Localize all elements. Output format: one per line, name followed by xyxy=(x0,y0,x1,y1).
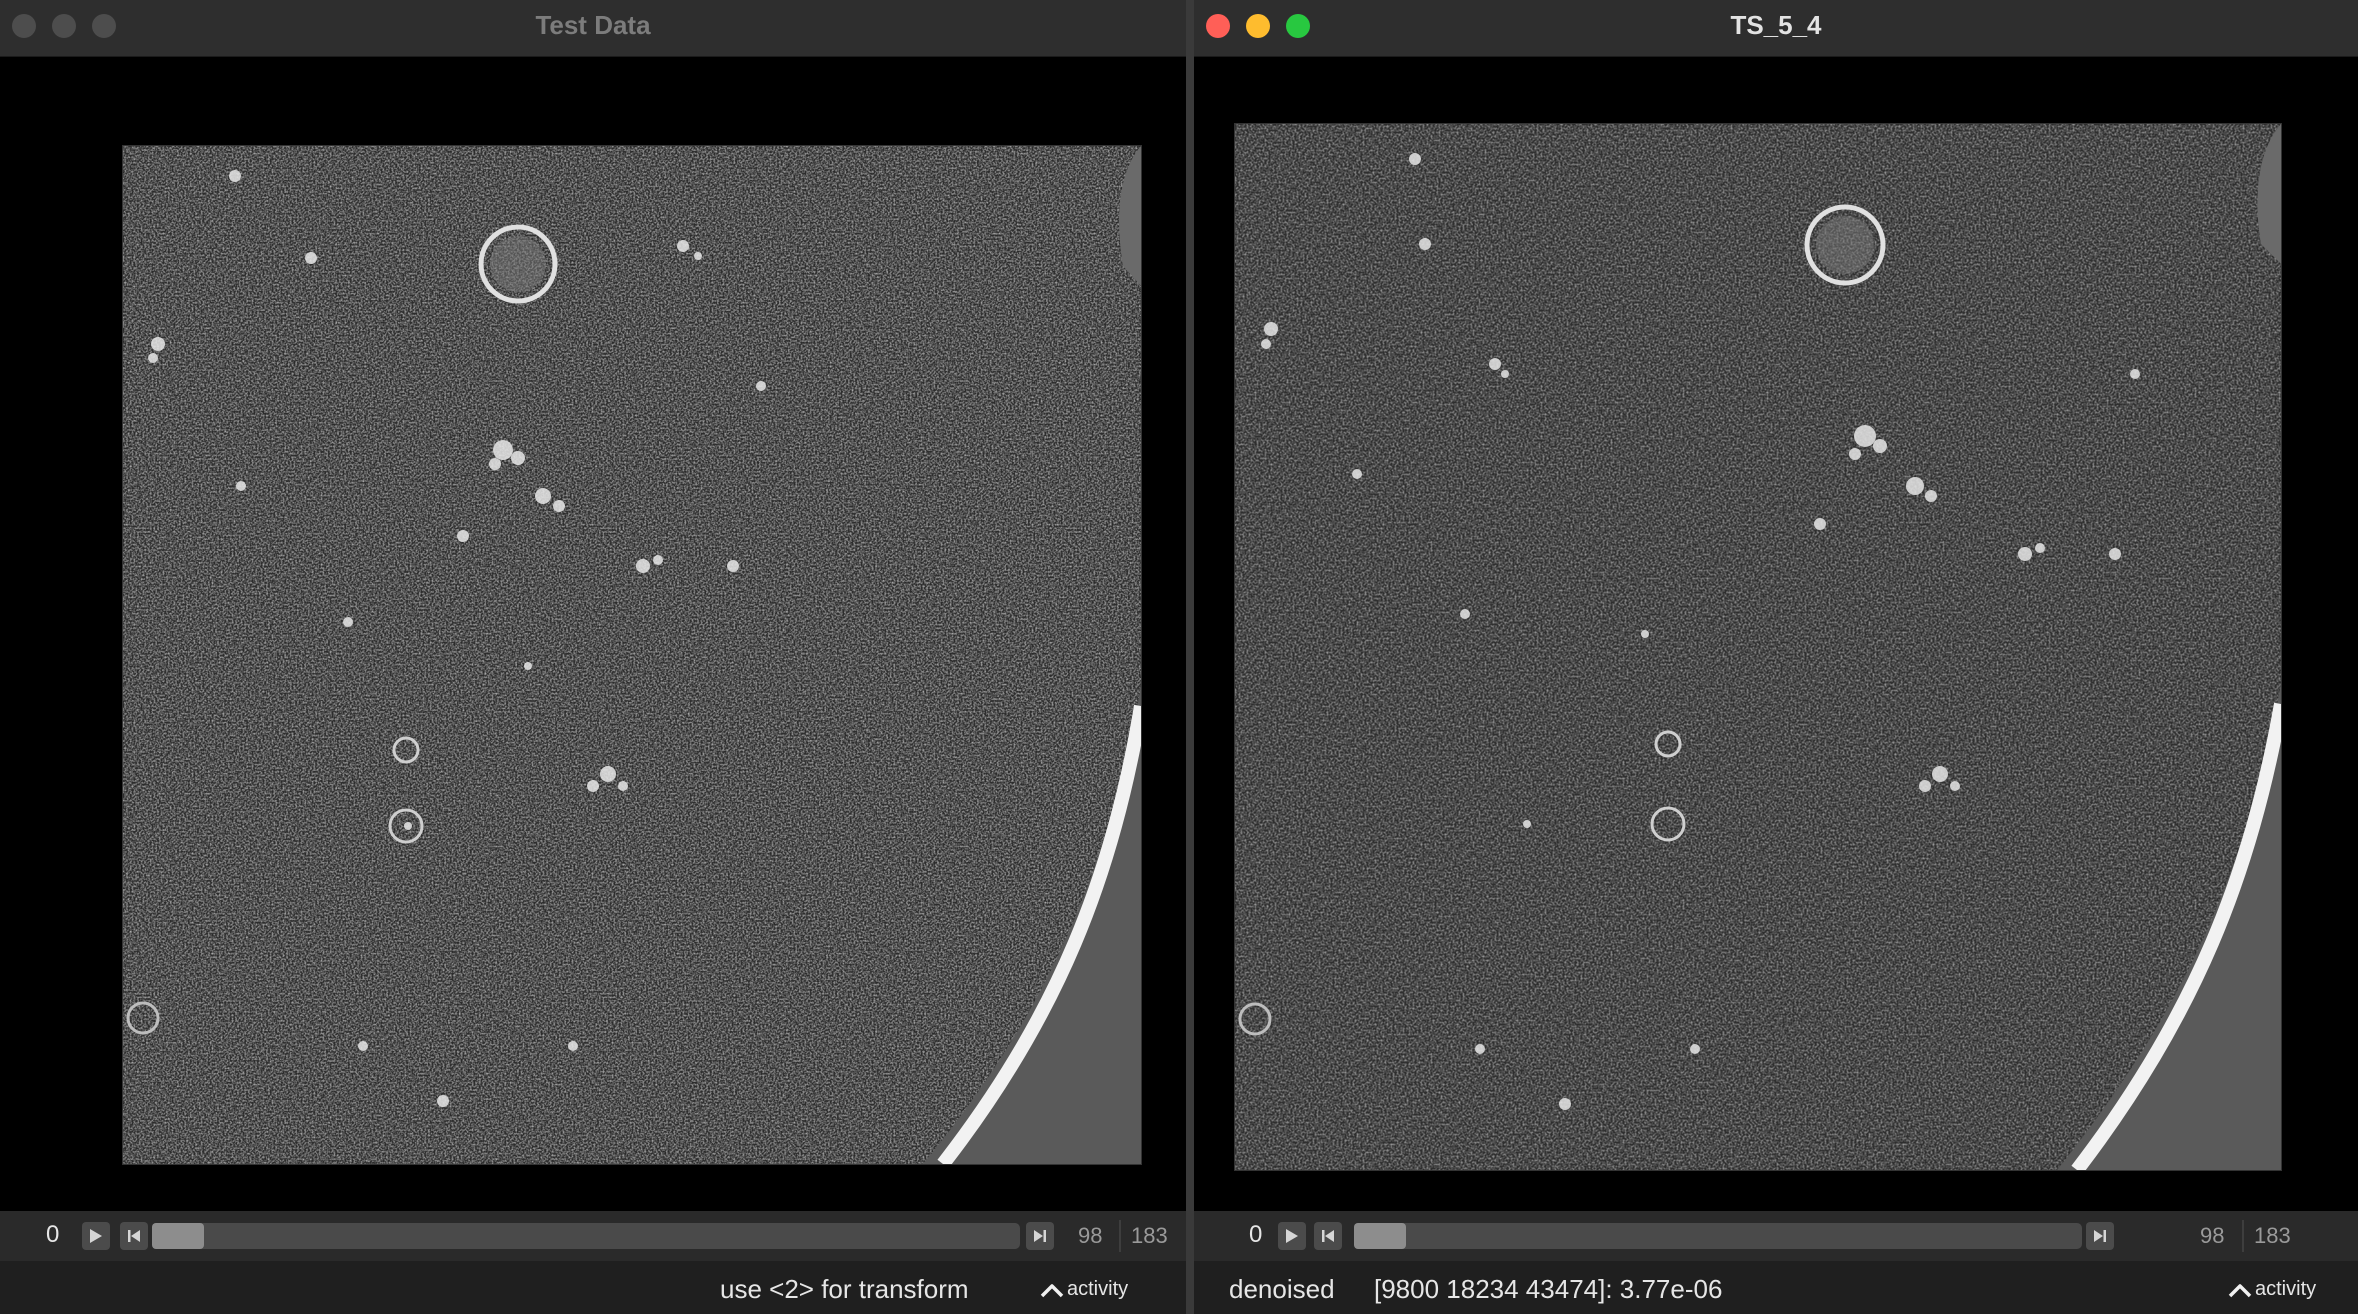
skip-end-icon xyxy=(1034,1230,1046,1242)
tomogram-slice-image[interactable] xyxy=(1234,123,2282,1171)
skip-end-button[interactable] xyxy=(1026,1222,1054,1250)
image-viewport[interactable] xyxy=(1194,57,2358,1211)
skip-start-button[interactable] xyxy=(120,1222,148,1250)
window-test-data: Test Data 0 98 183 use <2> for transform… xyxy=(0,0,1186,1314)
frame-slider[interactable] xyxy=(1354,1223,2082,1249)
total-count: 183 xyxy=(1131,1223,1168,1248)
separator xyxy=(2242,1220,2244,1252)
title-bar[interactable]: Test Data xyxy=(0,0,1186,57)
window-title: TS_5_4 xyxy=(1730,10,1822,40)
skip-start-button[interactable] xyxy=(1314,1222,1342,1250)
play-button[interactable] xyxy=(82,1222,110,1250)
total-count: 183 xyxy=(2254,1223,2291,1248)
status-message: use <2> for transform xyxy=(720,1274,969,1304)
frame-slider[interactable] xyxy=(152,1223,1020,1249)
tomogram-slice-image[interactable] xyxy=(122,145,1142,1165)
playback-controls: 0 98 183 xyxy=(1194,1211,2358,1261)
skip-start-icon xyxy=(1322,1230,1334,1242)
playback-controls: 0 98 183 xyxy=(0,1211,1186,1261)
skip-end-icon xyxy=(2094,1230,2106,1242)
activity-toggle[interactable]: activity xyxy=(2228,1278,2316,1301)
frame-value: 0 xyxy=(1249,1221,1263,1248)
slider-thumb[interactable] xyxy=(152,1223,204,1249)
window-title: Test Data xyxy=(535,10,651,40)
skip-end-button[interactable] xyxy=(2086,1222,2114,1250)
status-bar: denoised [9800 18234 43474]: 3.77e-06 ac… xyxy=(1194,1261,2358,1314)
current-index: 98 xyxy=(1078,1223,1103,1248)
window-ts-5-4: TS_5_4 0 98 183 denoised [9800 18234 434… xyxy=(1194,0,2358,1314)
play-icon xyxy=(90,1229,102,1243)
voxel-readout: [9800 18234 43474]: 3.77e-06 xyxy=(1374,1274,1723,1304)
activity-toggle[interactable]: activity xyxy=(1040,1278,1128,1301)
separator xyxy=(1119,1220,1121,1252)
current-index: 98 xyxy=(2200,1223,2225,1248)
chevron-up-icon xyxy=(2228,1283,2252,1297)
slider-thumb[interactable] xyxy=(1354,1223,1406,1249)
chevron-up-icon xyxy=(1040,1283,1064,1297)
image-viewport[interactable] xyxy=(0,57,1186,1211)
window-divider xyxy=(1186,0,1194,1314)
status-label: denoised xyxy=(1229,1274,1335,1304)
activity-label: activity xyxy=(2255,1278,2317,1300)
activity-label: activity xyxy=(1067,1278,1129,1300)
skip-start-icon xyxy=(128,1230,140,1242)
play-icon xyxy=(1286,1229,1298,1243)
frame-value: 0 xyxy=(46,1221,60,1248)
title-bar[interactable]: TS_5_4 xyxy=(1194,0,2358,57)
status-bar: use <2> for transform activity xyxy=(0,1261,1186,1314)
play-button[interactable] xyxy=(1278,1222,1306,1250)
